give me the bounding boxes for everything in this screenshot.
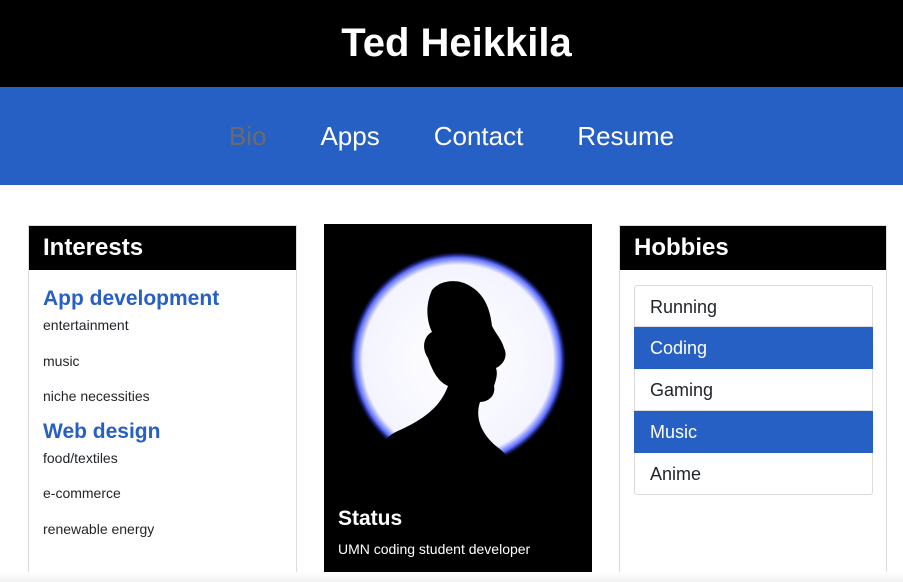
- hobbies-card: Hobbies Running Coding Gaming Music Anim…: [619, 225, 887, 575]
- nav-link-apps[interactable]: Apps: [320, 121, 379, 152]
- interests-title: Interests: [29, 226, 296, 270]
- hobby-item-gaming[interactable]: Gaming: [634, 369, 873, 411]
- site-title: Ted Heikkila: [341, 21, 572, 65]
- hobby-item-running[interactable]: Running: [634, 285, 873, 327]
- interest-item: renewable energy: [43, 520, 155, 537]
- interest-item: e-commerce: [43, 485, 121, 501]
- page-bottom-shade: [0, 572, 903, 582]
- nav-link-resume[interactable]: Resume: [577, 121, 674, 152]
- interest-item: niche necessities: [43, 388, 150, 404]
- interest-item: music: [43, 352, 80, 369]
- interest-group-web-design: Web design food/textiles e-commerce rene…: [43, 419, 282, 538]
- nav-link-contact[interactable]: Contact: [434, 121, 524, 152]
- nav-link-bio[interactable]: Bio: [229, 121, 267, 152]
- interest-item: entertainment: [43, 317, 129, 333]
- profile-card: Status UMN coding student developer: [324, 224, 592, 575]
- hobby-item-music[interactable]: Music: [634, 411, 873, 453]
- interest-heading[interactable]: Web design: [43, 419, 282, 445]
- interest-group-app-development: App development entertainment music nich…: [43, 286, 282, 405]
- hobby-item-anime[interactable]: Anime: [634, 453, 873, 495]
- interests-body: App development entertainment music nich…: [29, 270, 296, 538]
- hobbies-title: Hobbies: [620, 226, 886, 270]
- interest-item: food/textiles: [43, 449, 118, 466]
- status-title: Status: [338, 507, 403, 530]
- site-header: Ted Heikkila: [0, 0, 903, 87]
- main-nav: Bio Apps Contact Resume: [0, 87, 903, 185]
- interest-heading[interactable]: App development: [43, 286, 282, 312]
- status-text: UMN coding student developer: [338, 541, 531, 557]
- hobby-item-coding[interactable]: Coding: [634, 327, 873, 369]
- interests-card: Interests App development entertainment …: [28, 225, 297, 575]
- hobby-list: Running Coding Gaming Music Anime: [634, 285, 873, 495]
